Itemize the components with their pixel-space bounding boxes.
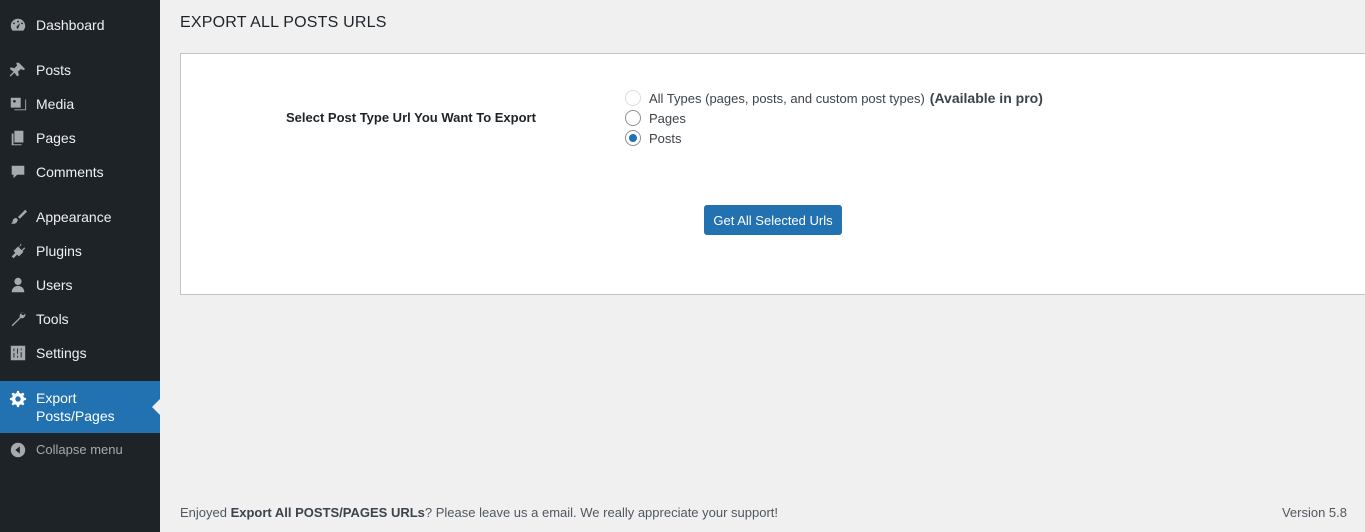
pro-note: (Available in pro)	[929, 90, 1043, 106]
sidebar-item-media[interactable]: Media	[0, 95, 160, 113]
sidebar-item-label: Media	[36, 96, 75, 112]
pages-icon	[0, 129, 36, 147]
user-icon	[0, 276, 36, 294]
collapse-menu-button[interactable]: Collapse menu	[0, 441, 160, 459]
comment-icon	[0, 163, 36, 181]
gear-icon	[0, 389, 36, 408]
collapse-menu-label: Collapse menu	[36, 442, 123, 457]
pin-icon	[0, 61, 36, 79]
dashboard-icon	[0, 16, 36, 34]
sidebar-item-label: Tools	[36, 311, 69, 327]
admin-sidebar: Dashboard Posts Media Pages Comments App…	[0, 0, 160, 532]
sidebar-item-label: Export Posts/Pages	[36, 390, 115, 424]
export-panel: Select Post Type Url You Want To Export …	[180, 53, 1365, 295]
sidebar-item-dashboard[interactable]: Dashboard	[0, 16, 160, 34]
sidebar-item-appearance[interactable]: Appearance	[0, 208, 160, 226]
option-all-types-label: All Types (pages, posts, and custom post…	[649, 90, 925, 106]
option-posts-label: Posts	[649, 130, 682, 146]
plugin-icon	[0, 242, 36, 260]
brush-icon	[0, 208, 36, 226]
page-title: EXPORT ALL POSTS URLS	[180, 14, 387, 31]
radio-pages[interactable]	[625, 110, 641, 126]
footer-thanks: Enjoyed Export All POSTS/PAGES URLs? Ple…	[180, 505, 779, 520]
radio-posts[interactable]	[625, 130, 641, 146]
collapse-icon	[0, 441, 36, 459]
main-content: EXPORT ALL POSTS URLS Select Post Type U…	[160, 0, 1365, 532]
sidebar-item-settings[interactable]: Settings	[0, 344, 160, 362]
sidebar-item-label: Appearance	[36, 209, 112, 225]
get-selected-urls-button[interactable]: Get All Selected Urls	[704, 205, 842, 235]
post-type-field-label: Select Post Type Url You Want To Export	[286, 110, 536, 125]
media-icon	[0, 95, 36, 113]
footer-version: Version 5.8	[1281, 505, 1347, 520]
wrench-icon	[0, 310, 36, 328]
radio-all-types	[625, 90, 641, 106]
footer-plugin-name: Export All POSTS/PAGES URLs	[230, 505, 425, 520]
current-menu-arrow	[152, 399, 160, 415]
sidebar-item-pages[interactable]: Pages	[0, 129, 160, 147]
sidebar-item-label: Dashboard	[36, 17, 105, 33]
option-posts[interactable]: Posts	[625, 130, 682, 146]
sidebar-item-comments[interactable]: Comments	[0, 163, 160, 181]
sidebar-item-label: Pages	[36, 130, 76, 146]
option-pages[interactable]: Pages	[625, 110, 686, 126]
option-all-types: All Types (pages, posts, and custom post…	[625, 90, 1043, 106]
settings-icon	[0, 344, 36, 362]
sidebar-item-label: Users	[36, 277, 73, 293]
option-pages-label: Pages	[649, 110, 686, 126]
sidebar-item-posts[interactable]: Posts	[0, 61, 160, 79]
sidebar-item-plugins[interactable]: Plugins	[0, 242, 160, 260]
sidebar-item-label: Plugins	[36, 243, 82, 259]
sidebar-item-users[interactable]: Users	[0, 276, 160, 294]
sidebar-item-tools[interactable]: Tools	[0, 310, 160, 328]
sidebar-item-export-posts-pages[interactable]: Export Posts/Pages	[0, 381, 160, 433]
sidebar-item-label: Settings	[36, 345, 87, 361]
sidebar-item-label: Comments	[36, 164, 104, 180]
sidebar-item-label: Posts	[36, 62, 72, 78]
